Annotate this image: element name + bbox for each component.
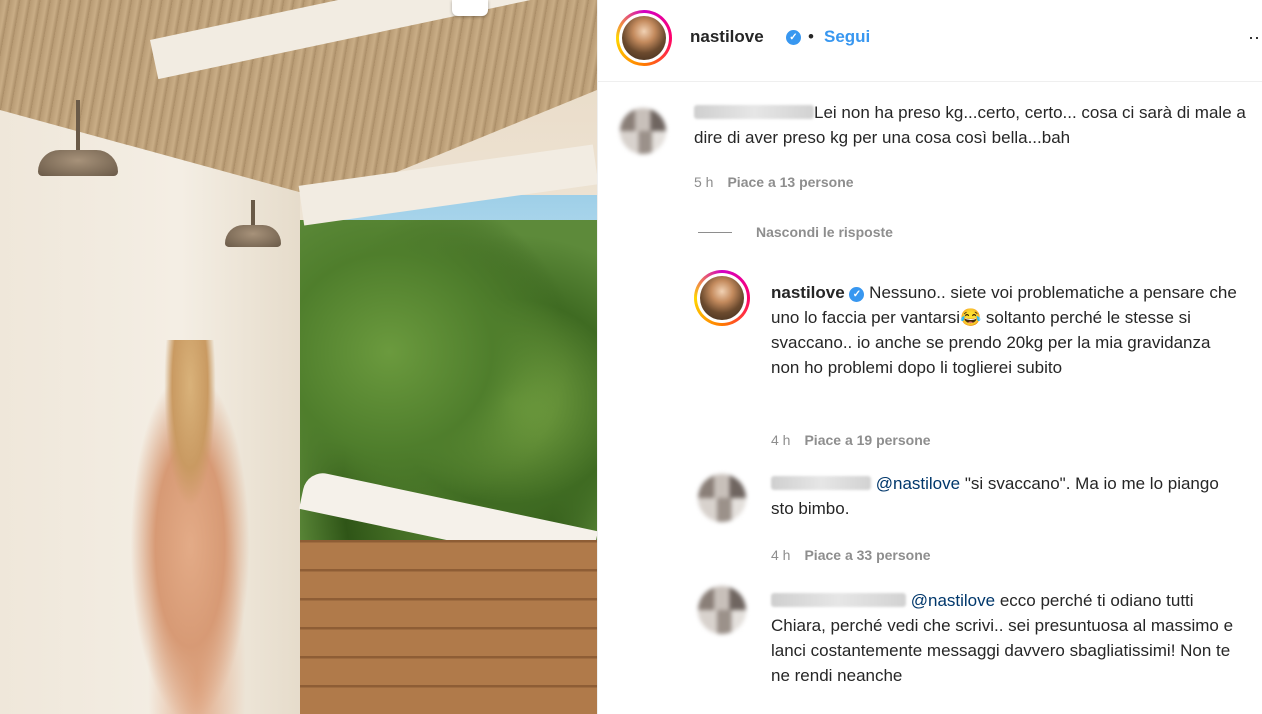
comments-panel: nastilove ✓ • Segui ⋯ Lei non ha preso k… xyxy=(597,0,1262,714)
reply-time: 4 h xyxy=(771,432,791,448)
avatar[interactable] xyxy=(616,10,672,66)
reply-meta: 4 h Piace a 33 persone xyxy=(771,547,931,563)
mention-link[interactable]: @nastilove xyxy=(911,591,995,610)
blurred-username xyxy=(771,593,906,607)
mention-link[interactable]: @nastilove xyxy=(876,474,960,493)
hide-replies-button[interactable]: Nascondi le risposte xyxy=(756,224,893,240)
comment-likes-link[interactable]: Piace a 13 persone xyxy=(727,174,853,190)
separator-dot: • xyxy=(808,27,814,46)
reply-likes-link[interactable]: Piace a 19 persone xyxy=(804,432,930,448)
reply-text: nastilove ✓ Nessuno.. siete voi problema… xyxy=(771,283,1237,377)
more-options-icon[interactable]: ⋯ xyxy=(1248,28,1262,49)
photo-deck xyxy=(300,540,597,714)
shower-head xyxy=(225,225,281,247)
commenter-avatar[interactable] xyxy=(620,108,666,154)
header-username[interactable]: nastilove xyxy=(690,27,764,47)
shower-pipe xyxy=(251,200,255,228)
reply-time: 4 h xyxy=(771,547,791,563)
verified-badge-icon: ✓ xyxy=(786,30,801,45)
reply-username[interactable]: nastilove xyxy=(771,283,845,302)
reply-meta: 4 h Piace a 19 persone xyxy=(771,432,931,448)
post-header: nastilove ✓ • Segui ⋯ xyxy=(598,0,1262,82)
blurred-username xyxy=(694,105,814,119)
comment-time: 5 h xyxy=(694,174,714,190)
reply-text: @nastilove ecco perché ti odiano tutti C… xyxy=(771,591,1234,685)
follow-button[interactable]: Segui xyxy=(824,27,870,47)
replies-toggle-line xyxy=(698,232,732,233)
reply-likes-link[interactable]: Piace a 33 persone xyxy=(804,547,930,563)
blurred-username xyxy=(771,476,871,490)
post-photo[interactable] xyxy=(0,0,597,714)
photo-tag-icon[interactable] xyxy=(452,0,488,16)
commenter-avatar[interactable] xyxy=(698,474,746,522)
comment-meta: 5 h Piace a 13 persone xyxy=(694,174,854,190)
commenter-avatar[interactable] xyxy=(698,586,746,634)
shower-head xyxy=(38,150,118,176)
photo-person xyxy=(120,340,260,714)
verified-badge-icon: ✓ xyxy=(849,287,865,302)
comment-text: Lei non ha preso kg...certo, certo... co… xyxy=(694,103,1246,147)
reply-text: @nastilove "si svaccano". Ma io me lo pi… xyxy=(771,474,1219,518)
avatar[interactable] xyxy=(694,270,750,326)
shower-pipe xyxy=(76,100,80,152)
